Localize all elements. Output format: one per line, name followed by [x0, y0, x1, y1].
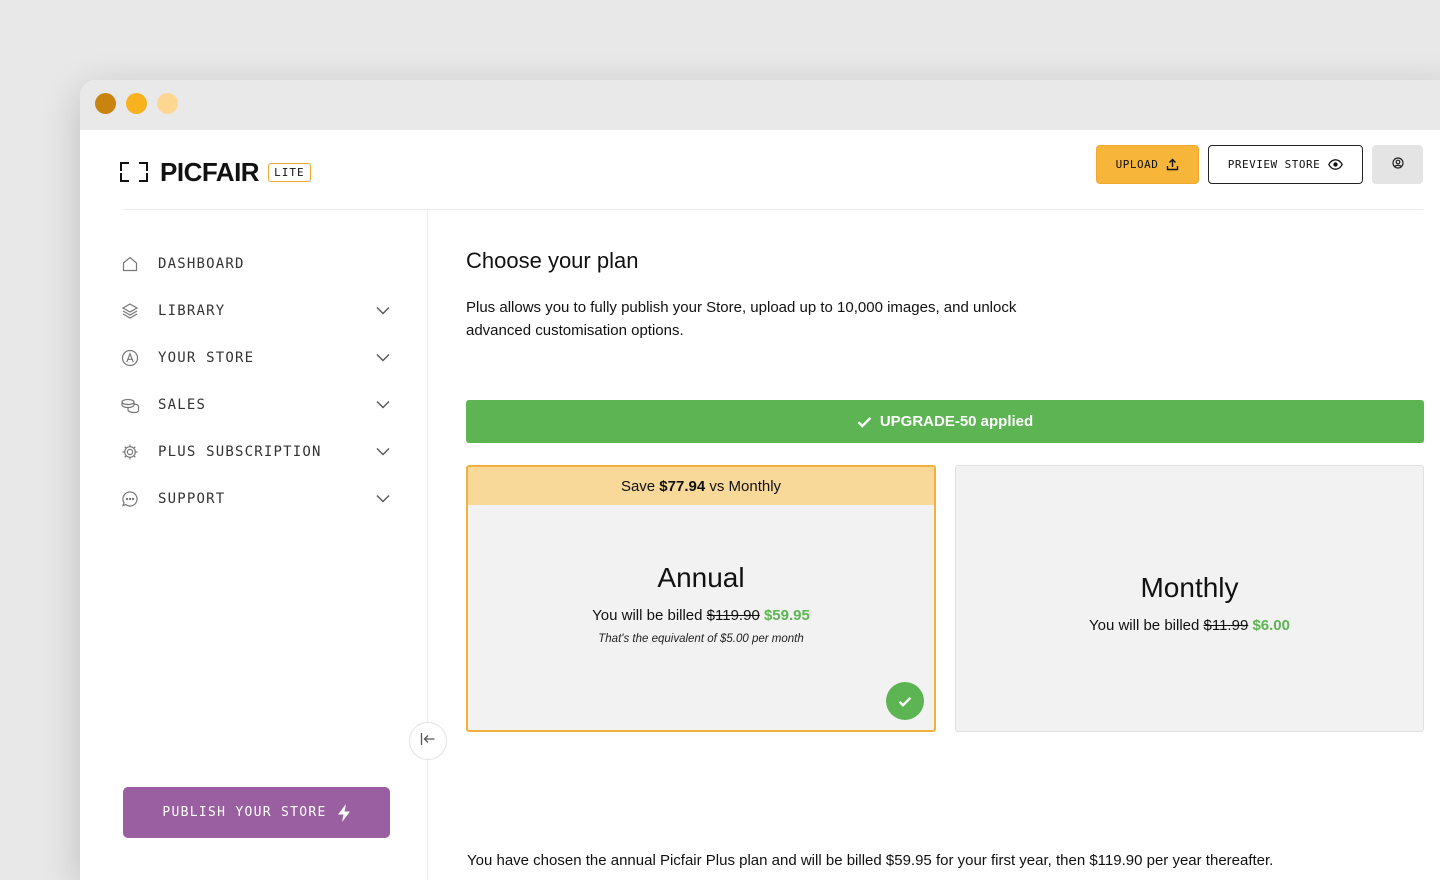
minimize-window-button[interactable] — [126, 93, 147, 114]
home-icon — [120, 254, 140, 274]
upload-button[interactable]: UPLOAD — [1096, 145, 1199, 184]
sidebar-item-label: SUPPORT — [158, 490, 226, 507]
gear-icon — [120, 442, 140, 462]
billed-text: You will be billed $11.99 $6.00 — [956, 617, 1423, 634]
sidebar-item-label: SALES — [158, 396, 207, 413]
save-prefix: Save — [620, 477, 660, 495]
equivalent-note: That's the equivalent of $5.00 per month — [598, 633, 804, 645]
page-title: Choose your plan — [466, 248, 639, 273]
publish-label: PUBLISH YOUR STORE — [162, 805, 327, 820]
top-bar: PICFAIR LITE UPLOAD PREVIEW STORE — [80, 130, 1440, 210]
maximize-window-button[interactable] — [157, 93, 178, 114]
header-divider — [122, 209, 1423, 210]
store-icon — [120, 348, 140, 368]
preview-store-button[interactable]: PREVIEW STORE — [1208, 145, 1363, 184]
promo-text: UPGRADE-50 applied — [879, 413, 1034, 430]
old-price: $11.99 — [1203, 617, 1249, 634]
lite-badge: LITE — [268, 162, 311, 182]
logo-frame-icon — [120, 162, 148, 182]
upload-icon — [1166, 158, 1179, 171]
plan-name: Monthly — [1140, 572, 1239, 603]
plan-card-annual[interactable]: Save $77.94 vs Monthly Annual You will b… — [466, 465, 936, 732]
chevron-down-icon[interactable] — [376, 302, 390, 320]
collapse-sidebar-button[interactable] — [409, 722, 447, 760]
billed-prefix: You will be billed — [1088, 617, 1204, 634]
selected-check-icon — [886, 682, 924, 720]
plan-card-monthly[interactable]: Monthly You will be billed $11.99 $6.00 — [955, 465, 1424, 732]
upload-label: UPLOAD — [1115, 158, 1159, 171]
title-bar — [80, 80, 1440, 130]
sidebar-item-support[interactable]: SUPPORT — [120, 475, 390, 522]
sidebar-nav: DASHBOARD LIBRARY YOUR STORE SALES PLUS … — [120, 240, 390, 522]
new-price: $59.95 — [763, 607, 810, 624]
promo-applied-banner: UPGRADE-50 applied — [466, 400, 1424, 443]
sidebar-item-label: YOUR STORE — [158, 349, 255, 366]
page-description: Plus allows you to fully publish your St… — [466, 299, 1017, 339]
app-window: PICFAIR LITE UPLOAD PREVIEW STORE DASHBO… — [80, 80, 1440, 880]
brand-name: PICFAIR — [160, 156, 260, 187]
sidebar-item-label: LIBRARY — [158, 302, 226, 319]
save-suffix: vs Monthly — [705, 477, 782, 495]
chevron-down-icon[interactable] — [376, 396, 390, 414]
lightning-icon — [337, 803, 351, 822]
billed-prefix: You will be billed — [592, 607, 707, 624]
collapse-left-icon — [420, 732, 436, 751]
save-amount: $77.94 — [659, 477, 706, 495]
eye-icon — [1328, 159, 1344, 170]
chevron-down-icon[interactable] — [376, 490, 390, 508]
sidebar-divider — [427, 210, 428, 880]
save-banner: Save $77.94 vs Monthly — [468, 467, 934, 505]
sidebar-item-plus-subscription[interactable]: PLUS SUBSCRIPTION — [120, 428, 390, 475]
sidebar-item-library[interactable]: LIBRARY — [120, 287, 390, 334]
publish-store-button[interactable]: PUBLISH YOUR STORE — [123, 787, 390, 838]
sidebar-item-dashboard[interactable]: DASHBOARD — [120, 240, 390, 287]
plan-summary: You have chosen the annual Picfair Plus … — [467, 852, 1274, 869]
logo[interactable]: PICFAIR LITE — [120, 156, 311, 188]
account-icon — [1391, 157, 1404, 172]
sidebar-item-sales[interactable]: SALES — [120, 381, 390, 428]
plan-name: Annual — [657, 562, 745, 593]
sidebar-item-your-store[interactable]: YOUR STORE — [120, 334, 390, 381]
sidebar-item-label: DASHBOARD — [158, 255, 245, 272]
chevron-down-icon[interactable] — [376, 443, 390, 461]
new-price: $6.00 — [1252, 617, 1290, 634]
coins-icon — [120, 395, 140, 415]
account-button[interactable] — [1372, 145, 1423, 184]
chevron-down-icon[interactable] — [376, 349, 390, 367]
layers-icon — [120, 301, 140, 321]
preview-label: PREVIEW STORE — [1227, 158, 1321, 171]
sidebar-item-label: PLUS SUBSCRIPTION — [158, 443, 322, 460]
check-icon — [857, 416, 872, 428]
old-price: $119.90 — [706, 607, 760, 624]
billed-text: You will be billed $119.90 $59.95 — [468, 607, 934, 624]
close-window-button[interactable] — [95, 93, 116, 114]
chat-icon — [120, 489, 140, 509]
